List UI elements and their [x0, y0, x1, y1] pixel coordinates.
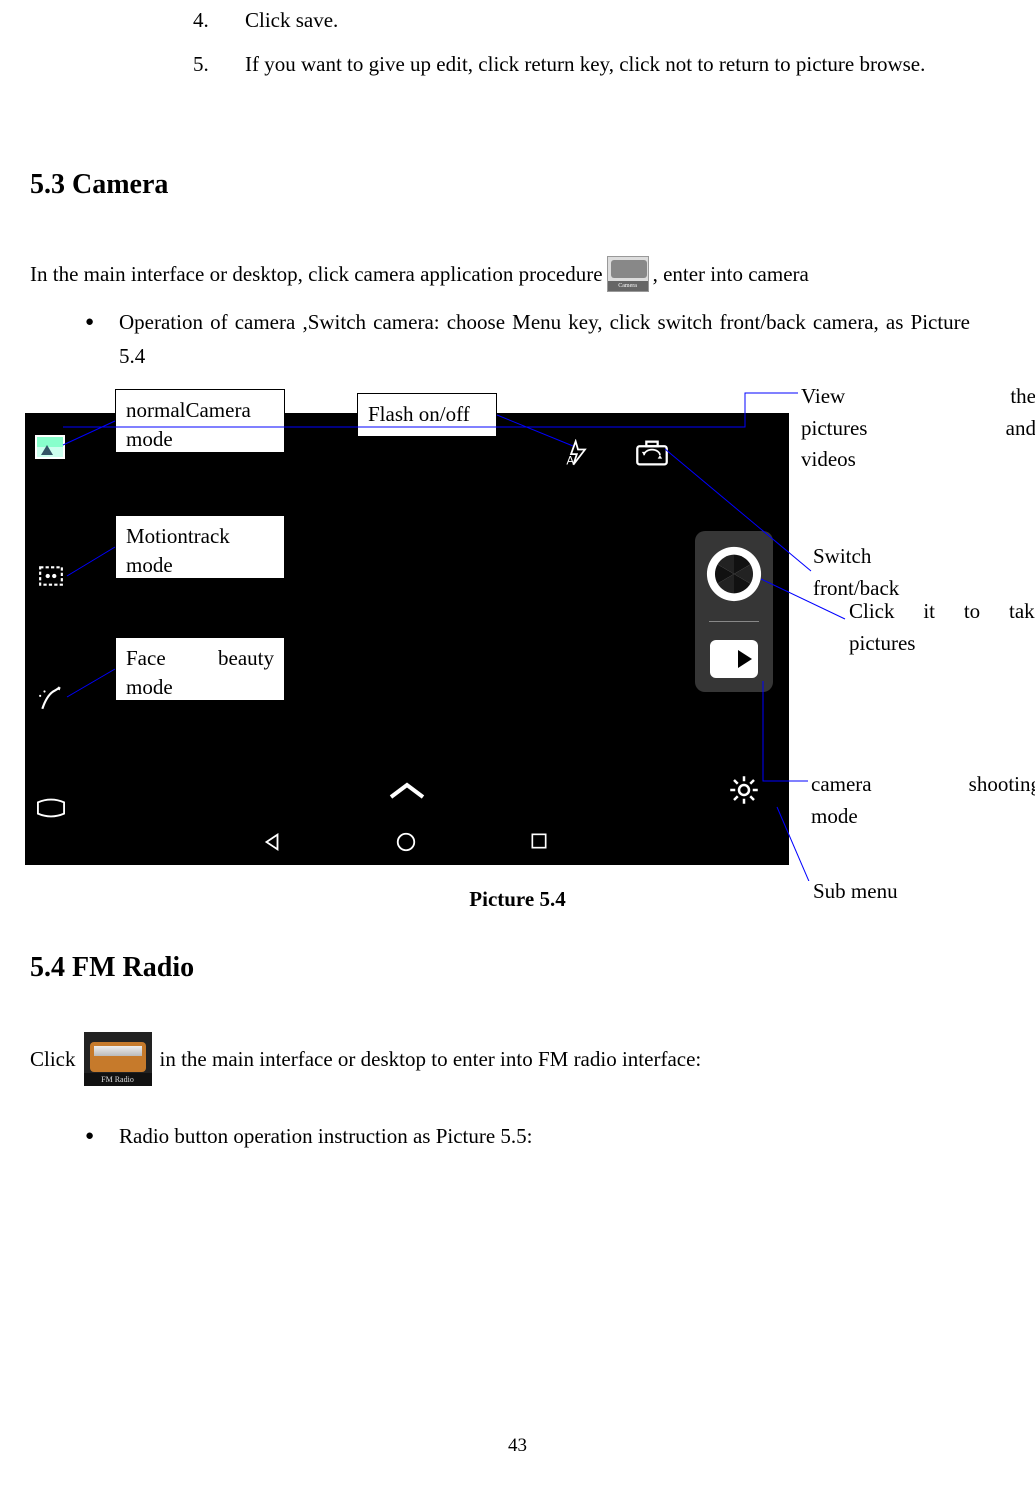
camera-intro-paragraph: In the main interface or desktop, click … — [30, 256, 990, 292]
label-flash-text: Flash on/off — [368, 400, 486, 428]
camera-intro-pre: In the main interface or desktop, click … — [30, 262, 603, 287]
label-face-l1a: Face — [126, 644, 166, 672]
callout-switch-l1: Switch — [813, 541, 1035, 573]
callout-sub-menu: Sub menu — [813, 876, 1033, 908]
section-5-4-heading: 5.4 FM Radio — [30, 952, 1020, 984]
step-5-number: 5. — [193, 48, 245, 82]
nav-recent-icon[interactable] — [529, 831, 553, 855]
page-number: 43 — [0, 1435, 1035, 1457]
bullet-dot-icon: ● — [85, 1120, 119, 1154]
ordered-steps: 4. Click save. 5. If you want to give up… — [193, 0, 940, 81]
shutter-divider — [709, 621, 759, 622]
svg-text:A: A — [566, 455, 574, 467]
settings-gear-icon[interactable] — [727, 773, 761, 807]
camera-bullet-row: ● Operation of camera ,Switch camera: ch… — [85, 306, 970, 373]
label-face-l2: mode — [126, 673, 274, 701]
fm-bullet-text: Radio button operation instruction as Pi… — [119, 1120, 970, 1154]
bullet-dot-icon: ● — [85, 306, 119, 373]
callout-camera-shooting-mode: camera shooting mode — [811, 769, 1035, 832]
flash-toggle-icon[interactable]: A — [561, 438, 595, 468]
label-motion-l1: Motiontrack — [126, 522, 274, 550]
fm-radio-icon-label: FM Radio — [84, 1073, 152, 1086]
step-4-number: 4. — [193, 4, 245, 38]
label-normal-l2: mode — [126, 425, 274, 453]
fm-intro-pre: Click — [30, 1047, 76, 1072]
figure-5-4: View the pictures and videos Switch fron… — [15, 381, 1020, 881]
panorama-icon[interactable] — [33, 793, 69, 823]
callout-view-l2b: and — [1006, 413, 1035, 445]
fm-intro-post: in the main interface or desktop to ente… — [160, 1047, 702, 1072]
callout-view-l1a: View — [801, 381, 845, 413]
video-mode-button[interactable] — [710, 640, 758, 678]
fm-intro-paragraph: Click FM Radio in the main interface or … — [30, 1032, 1020, 1086]
callout-view-l3: videos — [801, 444, 1035, 476]
camera-app-icon: Camera — [607, 256, 649, 292]
camera-bullet-text: Operation of camera ,Switch camera: choo… — [119, 306, 970, 373]
callout-view-l1b: the — [1010, 381, 1035, 413]
gallery-icon[interactable] — [35, 435, 65, 459]
label-face-beauty-mode: Face beauty mode — [115, 637, 285, 701]
callout-camera-l1a: camera — [811, 769, 872, 801]
step-5: 5. If you want to give up edit, click re… — [193, 48, 940, 82]
shutter-panel — [695, 531, 773, 692]
step-4-text: Click save. — [245, 4, 940, 38]
callout-click-l2: pictures — [849, 628, 1035, 660]
motiontrack-icon[interactable] — [33, 561, 69, 591]
chevron-up-icon[interactable] — [387, 781, 427, 807]
shutter-button[interactable] — [705, 545, 763, 603]
face-beauty-icon[interactable] — [33, 683, 69, 713]
camera-intro-post: , enter into camera — [653, 262, 809, 287]
section-5-3-heading: 5.3 Camera — [30, 169, 1020, 201]
callout-view-l2a: pictures — [801, 413, 867, 445]
fm-radio-app-icon: FM Radio — [84, 1032, 152, 1086]
nav-home-icon[interactable] — [395, 831, 419, 855]
label-flash-onoff: Flash on/off — [357, 393, 497, 437]
label-motion-l2: mode — [126, 551, 274, 579]
label-normal-l1: normalCamera — [126, 396, 274, 424]
nav-back-icon[interactable] — [261, 831, 285, 855]
callout-click-take-pictures: Click it to take pictures — [849, 596, 1035, 659]
label-face-l1b: beauty — [218, 644, 274, 672]
android-nav-bar — [25, 831, 789, 855]
camera-app-icon-label: Camera — [608, 281, 648, 291]
callout-click-l1: Click it to take — [849, 596, 1035, 628]
callout-camera-l1b: shooting — [969, 769, 1035, 801]
callout-camera-l2: mode — [811, 801, 1035, 833]
step-4: 4. Click save. — [193, 4, 940, 38]
label-normal-camera-mode: normalCamera mode — [115, 389, 285, 453]
step-5-text: If you want to give up edit, click retur… — [245, 48, 940, 82]
switch-camera-icon[interactable] — [635, 438, 669, 468]
fm-bullet-row: ● Radio button operation instruction as … — [85, 1120, 970, 1154]
label-motiontrack-mode: Motiontrack mode — [115, 515, 285, 579]
callout-switch-frontback: Switch front/back — [813, 541, 1035, 604]
callout-view-pictures: View the pictures and videos — [801, 381, 1035, 476]
